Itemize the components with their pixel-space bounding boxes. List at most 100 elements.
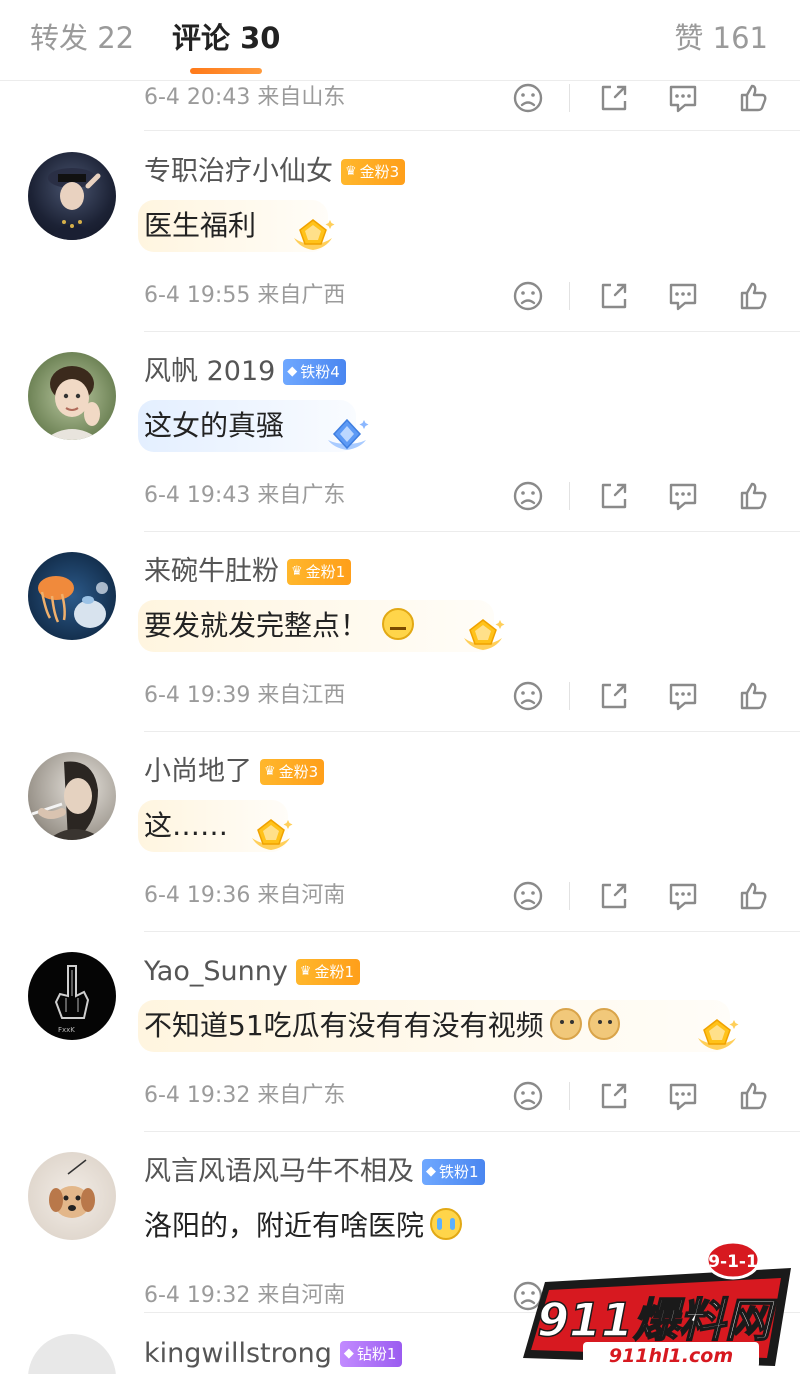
comment-icon[interactable] xyxy=(663,676,703,716)
comment-actions xyxy=(508,876,778,916)
share-icon[interactable] xyxy=(594,476,634,516)
avatar[interactable] xyxy=(28,552,116,640)
fan-badge: ◆ 铁粉1 xyxy=(422,1159,485,1185)
active-tab-indicator xyxy=(190,68,262,74)
comment-time: 6-4 19:32 来自河南 xyxy=(144,1283,346,1308)
comment-text-wrap: 要发就发完整点！ xyxy=(138,598,494,654)
fan-badge-label: 铁粉4 xyxy=(300,363,340,381)
comment-time: 6-4 20:43 来自山东 xyxy=(144,85,346,110)
row-divider xyxy=(144,130,800,131)
like-icon[interactable] xyxy=(733,476,773,516)
dislike-icon[interactable] xyxy=(508,1076,548,1116)
fan-badge: ◆ 铁粉4 xyxy=(283,359,346,385)
badge-icon: ◆ xyxy=(426,1164,436,1179)
comment-text-wrap: 洛阳的，附近有啥医院 xyxy=(144,1198,463,1254)
dislike-icon[interactable] xyxy=(508,476,548,516)
fan-badge: ◆ 钻粉1 xyxy=(339,1341,403,1367)
tab-bar: 转发 22 评论 30 赞 161 xyxy=(0,0,800,81)
username[interactable]: kingwillstrong xyxy=(144,1334,332,1374)
avatar[interactable] xyxy=(28,752,116,840)
watermark-badge: 9-1-1 xyxy=(708,1252,758,1272)
comment-icon[interactable] xyxy=(663,1076,703,1116)
badge-icon: ♛ xyxy=(264,764,276,779)
svg-text:FxxK: FxxK xyxy=(58,1026,75,1034)
comment-actions xyxy=(508,1076,778,1116)
comment-icon[interactable] xyxy=(663,78,703,118)
comment-time: 6-4 19:36 来自河南 xyxy=(144,883,346,908)
comment-item: FxxK Yao_Sunny ♛ 金粉1 不知道51吃瓜有没有有没有视频 6-4 … xyxy=(0,932,800,1132)
comment-item: 小尚地了 ♛ 金粉3 这…… 6-4 19:36 来自河南 xyxy=(0,732,800,932)
dislike-icon[interactable] xyxy=(508,876,548,916)
comment-icon[interactable] xyxy=(663,276,703,316)
comment-item: 风帆 2019 ◆ 铁粉4 这女的真骚 6-4 19:43 来自广东 xyxy=(0,332,800,532)
tab-repost[interactable]: 转发 22 xyxy=(30,18,134,58)
fan-badge: ♛ 金粉1 xyxy=(287,559,352,585)
username-row: 专职治疗小仙女 ♛ 金粉3 xyxy=(144,152,406,192)
fan-badge: ♛ 金粉3 xyxy=(260,759,325,785)
username[interactable]: 小尚地了 xyxy=(144,752,252,792)
tab-likes[interactable]: 赞 161 xyxy=(674,18,768,58)
username[interactable]: 风言风语风马牛不相及 xyxy=(144,1152,414,1192)
comment-partial: 6-4 20:43 来自山东 xyxy=(0,80,800,132)
badge-icon: ♛ xyxy=(299,964,312,979)
username[interactable]: 风帆 2019 xyxy=(144,352,275,392)
action-divider xyxy=(569,1082,570,1110)
comment-time: 6-4 19:43 来自广东 xyxy=(144,483,346,508)
share-icon[interactable] xyxy=(594,1076,634,1116)
iron-fan-gem-icon xyxy=(328,418,369,450)
watermark-logo: 9-1-1 911爆料网 911hl1.com xyxy=(505,1238,800,1374)
like-icon[interactable] xyxy=(733,276,773,316)
badge-icon: ♛ xyxy=(345,164,357,179)
comment-icon[interactable] xyxy=(663,476,703,516)
comment-actions xyxy=(508,476,778,516)
username[interactable]: 专职治疗小仙女 xyxy=(144,152,333,192)
comment-text: 不知道51吃瓜有没有有没有视频 xyxy=(144,1009,544,1042)
comment-actions xyxy=(508,276,778,316)
comment-item: 专职治疗小仙女 ♛ 金粉3 医生福利 6-4 19:55 来自广西 xyxy=(0,132,800,332)
avatar[interactable]: FxxK xyxy=(28,952,116,1040)
gold-fan-gem-icon xyxy=(464,619,505,650)
fan-badge-label: 钻粉1 xyxy=(356,1345,397,1363)
comment-time: 6-4 19:55 来自广西 xyxy=(144,283,346,308)
gold-fan-gem-icon xyxy=(294,219,335,250)
comment-time: 6-4 19:32 来自广东 xyxy=(144,1083,346,1108)
watermark-title: 911爆料网 xyxy=(537,1293,777,1347)
comment-text: 这…… xyxy=(144,809,229,842)
badge-icon: ◆ xyxy=(287,364,298,379)
fan-badge-label: 铁粉1 xyxy=(439,1163,479,1181)
username-row: 来碗牛肚粉 ♛ 金粉1 xyxy=(144,552,352,592)
comment-text: 这女的真骚 xyxy=(144,409,285,442)
username[interactable]: 来碗牛肚粉 xyxy=(144,552,279,592)
avatar[interactable] xyxy=(28,352,116,440)
share-icon[interactable] xyxy=(594,276,634,316)
avatar[interactable] xyxy=(28,152,116,240)
comment-text-wrap: 医生福利 xyxy=(138,198,328,254)
share-icon[interactable] xyxy=(594,876,634,916)
like-icon[interactable] xyxy=(733,1076,773,1116)
comment-actions xyxy=(508,676,778,716)
like-icon[interactable] xyxy=(733,676,773,716)
share-icon[interactable] xyxy=(594,676,634,716)
watermark-url: 911hl1.com xyxy=(609,1345,733,1367)
share-icon[interactable] xyxy=(594,78,634,118)
laugh-cry-emoji-icon xyxy=(430,1208,463,1240)
action-divider xyxy=(569,282,570,310)
gold-fan-gem-icon xyxy=(252,819,293,850)
tab-comments[interactable]: 评论 30 xyxy=(172,18,280,58)
badge-icon: ◆ xyxy=(343,1346,354,1361)
dislike-icon[interactable] xyxy=(508,276,548,316)
dislike-icon[interactable] xyxy=(508,676,548,716)
fan-badge-label: 金粉1 xyxy=(305,563,346,581)
comment-icon[interactable] xyxy=(663,876,703,916)
comment-text: 洛阳的，附近有啥医院 xyxy=(144,1209,425,1242)
username[interactable]: Yao_Sunny xyxy=(144,952,288,992)
like-icon[interactable] xyxy=(733,876,773,916)
like-icon[interactable] xyxy=(733,78,773,118)
action-divider xyxy=(569,682,570,710)
username-row: kingwillstrong ◆ 钻粉1 xyxy=(144,1334,403,1374)
doge-emoji-icon xyxy=(587,1008,620,1040)
avatar[interactable] xyxy=(28,1334,116,1374)
dislike-icon[interactable] xyxy=(508,78,548,118)
action-divider xyxy=(569,882,570,910)
avatar[interactable] xyxy=(28,1152,116,1240)
